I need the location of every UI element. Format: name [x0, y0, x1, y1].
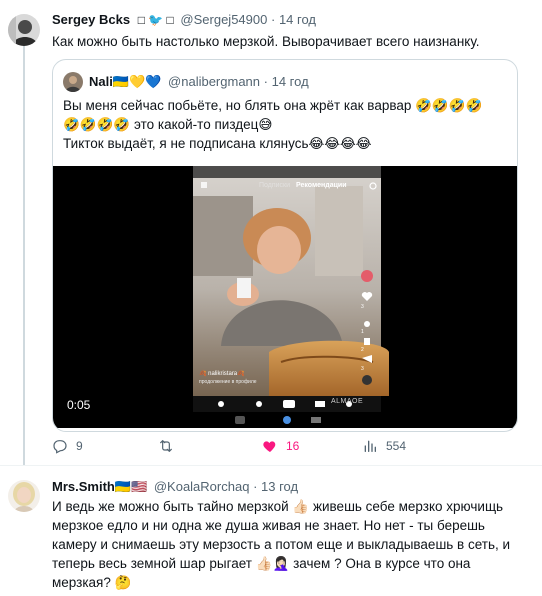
video-duration: 0:05: [67, 398, 91, 412]
tiktok-caption-user: 🍂 nalikristara🍂: [199, 371, 245, 377]
views-icon: [364, 440, 376, 452]
author-handle[interactable]: @KoalaRorchaq: [154, 479, 250, 494]
quoted-text-line-1: Вы меня сейчас побьёте, но блять она жрё…: [63, 98, 483, 113]
reply-count: 9: [76, 439, 83, 453]
quoted-author-handle[interactable]: @nalibergmann: [168, 74, 260, 89]
reply-icon: [53, 440, 67, 454]
video-watermark: ALMAOE: [331, 398, 364, 405]
reply-button[interactable]: 9: [52, 436, 83, 456]
tweet-text-line-3: камеру и снимаешь эту мерзость а потом е…: [52, 537, 511, 552]
retweet-icon: [160, 440, 172, 452]
author-name[interactable]: Mrs.Smith: [52, 479, 115, 494]
tiktok-tab-following: Подписки: [259, 182, 291, 189]
quoted-header: Nali🇺🇦💛💙 @nalibergmann · 14 год: [89, 73, 309, 91]
views-count: 554: [386, 439, 407, 453]
like-icon: [263, 441, 276, 452]
views-button[interactable]: 554: [362, 436, 406, 456]
separator-dot: ·: [263, 74, 268, 89]
like-count-tiktok: 3: [361, 304, 364, 310]
author-emojis: 🇺🇦🇺🇸: [114, 479, 148, 494]
author-badges: □ 🐦 □: [137, 13, 174, 27]
separator-dot: ·: [270, 12, 276, 27]
timestamp[interactable]: 13 год: [261, 479, 298, 494]
separator-dot: ·: [253, 479, 258, 494]
author-handle[interactable]: @Sergej54900: [180, 12, 267, 27]
quoted-text-line-2: 🤣🤣🤣🤣 это какой-то пиздец😅: [63, 117, 273, 132]
like-button[interactable]: 16: [262, 436, 299, 456]
comment-count-tiktok: 1: [361, 329, 364, 335]
quoted-text-line-3: Тикток выдаёт, я не подписана клянусь😂😂😂…: [63, 136, 372, 151]
tiktok-tab-foryou: Рекомендации: [295, 182, 347, 189]
avatar-nali[interactable]: [63, 72, 83, 92]
tweet-text-line-2: мерзкое едло и ни одна же душа живая не …: [52, 518, 485, 533]
tiktok-caption-text: прoдолжение в профиле: [199, 379, 257, 385]
video-player[interactable]: Подписки Рекомендации 3 1 2 3 🍂 nalikris…: [53, 166, 517, 428]
tweet-header: Mrs.Smith🇺🇦🇺🇸 @KoalaRorchaq · 13 год: [52, 478, 298, 496]
video-frame: [193, 166, 389, 428]
tweet-text: Как можно быть настолько мерзкой. Вывора…: [52, 34, 480, 49]
tweet-text-line-4: теперь весь земной шар рыгает 👍🏻🤦🏻‍♀️ за…: [52, 556, 471, 571]
tweet-actions: 9 16 554: [52, 436, 522, 456]
avatar-sergey[interactable]: [8, 14, 40, 46]
quoted-author-emojis: 🇺🇦💛💙: [112, 74, 162, 89]
thread-line: [23, 46, 25, 465]
quoted-tweet[interactable]: Nali🇺🇦💛💙 @nalibergmann · 14 год Вы меня …: [52, 59, 518, 432]
quoted-timestamp[interactable]: 14 год: [272, 74, 309, 89]
timestamp[interactable]: 14 год: [279, 12, 316, 27]
retweet-button[interactable]: [158, 436, 182, 456]
tweet-text-line-5: мерзкая? 🤔: [52, 575, 132, 590]
tweet-header: Sergey Bcks □ 🐦 □ @Sergej54900 · 14 год: [52, 11, 316, 29]
tweet-text-line-1: И ведь же можно быть тайно мерзкой 👍🏻 жи…: [52, 499, 504, 514]
avatar-mrs-smith[interactable]: [8, 480, 40, 512]
save-count-tiktok: 2: [361, 347, 364, 353]
like-count: 16: [286, 439, 300, 453]
tiktok-tabs: Подписки Рекомендации: [259, 182, 347, 189]
quoted-author-name[interactable]: Nali: [89, 74, 113, 89]
tweet-sergey[interactable]: Sergey Bcks □ 🐦 □ @Sergej54900 · 14 год …: [0, 0, 542, 465]
author-name[interactable]: Sergey Bcks: [52, 12, 130, 27]
share-count-tiktok: 3: [361, 366, 364, 372]
tweet-mrs-smith[interactable]: Mrs.Smith🇺🇦🇺🇸 @KoalaRorchaq · 13 год И в…: [0, 465, 542, 596]
